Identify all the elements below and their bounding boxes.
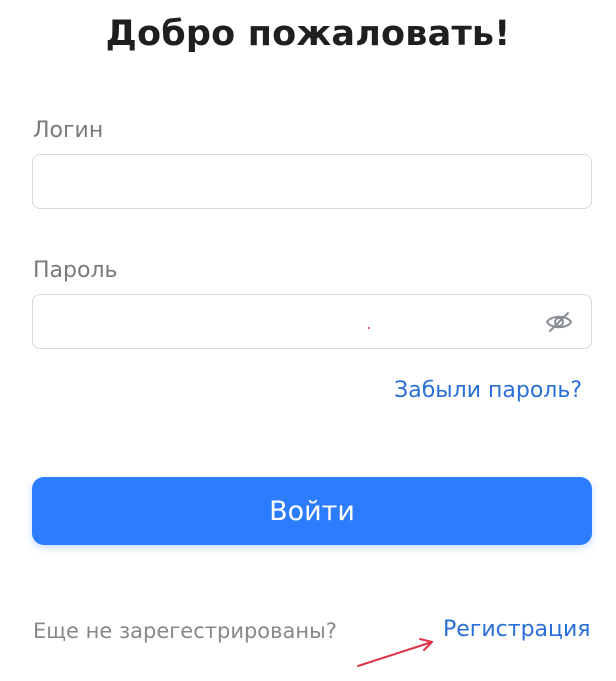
page-title: Добро пожаловать! xyxy=(105,14,511,54)
annotation-arrow-icon xyxy=(357,638,433,667)
not-registered-text: Еще не зарегестрированы? xyxy=(33,619,337,643)
password-label: Пароль xyxy=(33,258,118,283)
annotation-dot xyxy=(368,327,370,329)
register-link[interactable]: Регистрация xyxy=(443,617,591,642)
forgot-password-link[interactable]: Забыли пароль? xyxy=(394,378,582,403)
login-button[interactable]: Войти xyxy=(32,477,592,545)
login-page: Добро пожаловать! Логин Пароль Забыли па… xyxy=(0,0,616,681)
login-input[interactable] xyxy=(32,154,592,209)
eye-off-icon[interactable] xyxy=(545,309,573,335)
login-label: Логин xyxy=(33,118,104,143)
password-input[interactable] xyxy=(32,294,592,349)
